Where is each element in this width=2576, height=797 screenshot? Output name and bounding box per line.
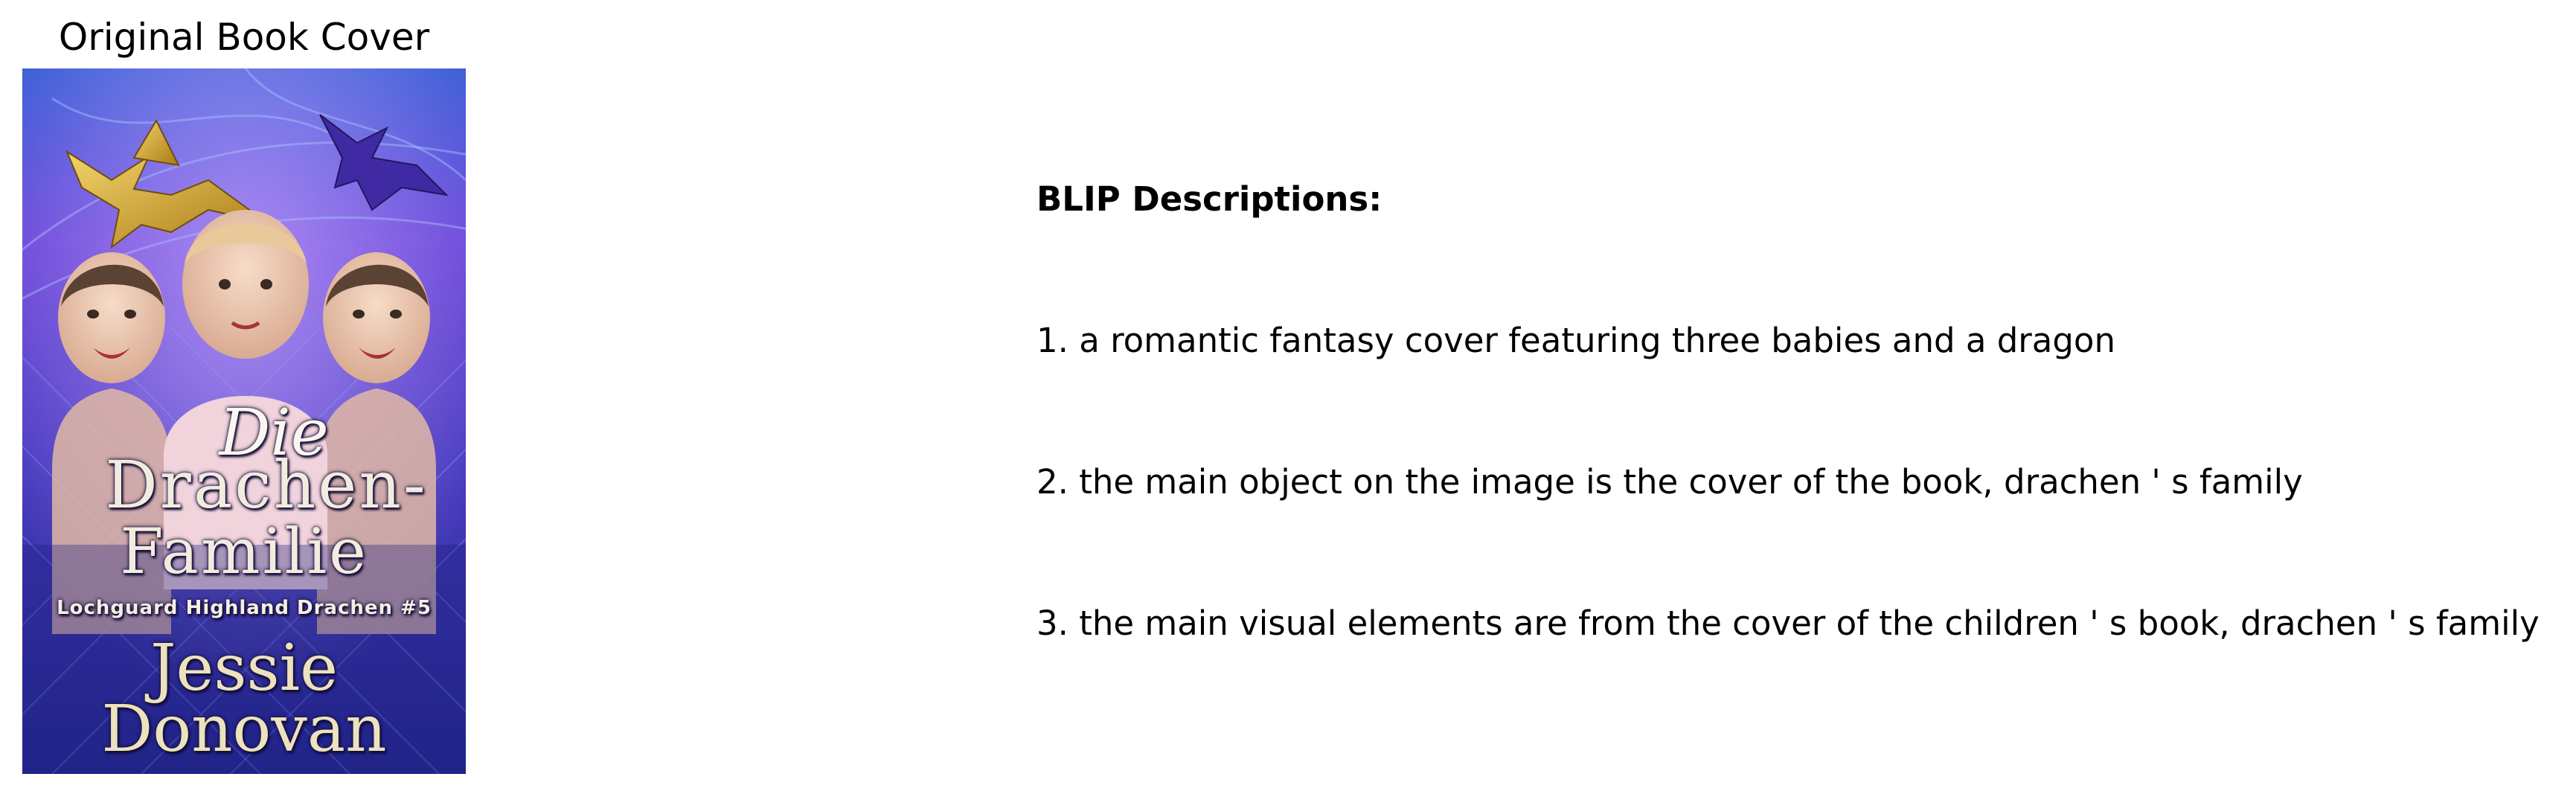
descriptions-heading: BLIP Descriptions:	[1037, 179, 1382, 219]
description-item-2: 2. the main object on the image is the c…	[1037, 462, 2303, 502]
cover-title-line-2: Familie	[120, 515, 368, 588]
description-item-1: 1. a romantic fantasy cover featuring th…	[1037, 321, 2115, 360]
cover-title-line-1: Drachen-	[105, 446, 428, 523]
cover-author-last: Donovan	[101, 692, 387, 766]
cover-panel-title: Original Book Cover	[58, 16, 430, 59]
description-item-3: 3. the main visual elements are from the…	[1037, 604, 2540, 643]
book-cover-image: Die Drachen- Familie Lochguard Highland …	[22, 68, 466, 774]
cover-series: Lochguard Highland Drachen #5	[57, 597, 432, 619]
